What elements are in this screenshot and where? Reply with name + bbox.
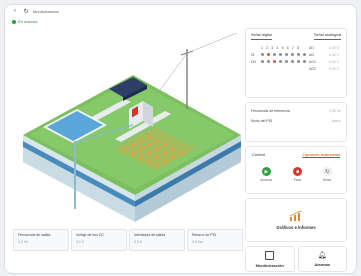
status-badge: En marcha <box>12 19 37 24</box>
metric-pid-feedback: Retorno de PID 0,0 bar <box>187 229 243 251</box>
monitoring-label: Monitorización <box>255 262 284 268</box>
chart-icon <box>289 210 303 221</box>
button-label: Reset <box>323 178 332 182</box>
refresh-icon[interactable]: ↻ <box>22 7 30 15</box>
pid-mode-row: Modo del PID Activo <box>246 119 346 123</box>
button-label: Parar <box>293 178 302 182</box>
row-label: DO <box>251 59 257 64</box>
io-dot <box>284 52 289 57</box>
io-dot <box>290 52 295 57</box>
channel-number: 4 <box>276 45 279 50</box>
metric-dc-bus-voltage: Voltaje de bus DC 0,0 V <box>71 229 127 251</box>
control-header: Control Opciones avanzadas <box>246 147 346 157</box>
analog-name: AO1 <box>309 59 317 64</box>
signals-card: Señal digital Señal analógica 1 2 3 4 5 … <box>245 28 347 98</box>
control-buttons: ▶ Arrancar ■ Parar ↻ Reset <box>246 157 346 182</box>
io-dot <box>290 59 295 64</box>
metrics-bar: Frecuencia de salida 0,0 Hz Voltaje de b… <box>13 229 243 251</box>
alarms-label: Alarmas <box>314 262 331 267</box>
status-label: En marcha <box>18 19 38 24</box>
metric-output-current: Intensidad de salida 0,0 A <box>129 229 185 251</box>
pump-station-illustration <box>23 32 241 222</box>
ref-frequency-label: Frecuencia de referencia <box>251 109 290 113</box>
start-button[interactable]: ▶ Arrancar <box>260 167 273 182</box>
play-icon: ▶ <box>261 167 271 176</box>
status-dot-icon <box>12 19 16 24</box>
digital-input-row: DI AI2 0,00 V <box>246 51 346 58</box>
bell-icon: 🔔︎ <box>317 252 327 259</box>
reset-icon: ↻ <box>322 167 332 176</box>
analog-name: AI2 <box>309 52 315 57</box>
metric-label: Retorno de PID <box>192 233 217 237</box>
control-card: Control Opciones avanzadas ▶ Arrancar ■ … <box>245 146 347 194</box>
channel-number: 1 <box>261 45 263 50</box>
charts-reports-label: Gráficos e informes <box>276 225 316 230</box>
analog-value: 0,00 V <box>328 59 339 64</box>
channel-number: 7 <box>291 45 294 50</box>
tab-digital-signal[interactable]: Señal digital <box>251 33 272 40</box>
io-dot <box>272 52 277 57</box>
tab-analog-signal[interactable]: Señal analógica <box>313 33 341 40</box>
top-bar: ‹ ↻ Monitorización <box>5 5 356 17</box>
metric-label: Frecuencia de salida <box>18 233 51 237</box>
channel-number: 2 <box>266 45 269 50</box>
reset-button[interactable]: ↻ Reset <box>322 167 332 182</box>
io-dot <box>278 52 283 57</box>
alarms-button[interactable]: 🔔︎ Alarmas <box>297 246 347 272</box>
advanced-options-link[interactable]: Opciones avanzadas <box>303 152 340 157</box>
io-dot <box>261 59 265 64</box>
io-dot <box>296 59 301 64</box>
io-dot <box>266 59 271 64</box>
monitor-icon <box>265 250 275 260</box>
channel-number: 8 <box>296 45 299 50</box>
bottom-nav: Monitorización 🔔︎ Alarmas <box>245 246 347 272</box>
stop-button[interactable]: ■ Parar <box>293 167 303 182</box>
io-dot <box>266 52 271 57</box>
page-title: Monitorización <box>33 8 59 14</box>
ref-frequency-value: 0,00 Hz <box>328 109 341 113</box>
metric-label: Intensidad de salida <box>134 233 166 237</box>
metric-output-frequency: Frecuencia de salida 0,0 Hz <box>13 229 69 251</box>
io-dot <box>302 59 307 64</box>
monitoring-button[interactable]: Monitorización <box>245 246 295 272</box>
pid-mode-label: Modo del PID <box>251 119 273 123</box>
drive-info-card: Frecuencia de referencia 0,00 Hz Modo de… <box>245 102 347 142</box>
analog-output-row: AO2 0,00 V <box>246 65 346 72</box>
stop-icon: ■ <box>293 167 303 176</box>
ref-frequency-row: Frecuencia de referencia 0,00 Hz <box>246 109 346 113</box>
pid-mode-value: Activo <box>331 119 341 123</box>
metric-value: 0,0 A <box>134 240 142 244</box>
metric-value: 0,0 Hz <box>18 240 29 244</box>
io-dot <box>296 52 301 57</box>
control-title: Control <box>252 152 265 157</box>
analog-name: AI1 <box>309 45 315 50</box>
io-dot <box>261 52 265 57</box>
button-label: Arrancar <box>260 178 273 182</box>
channel-number: 5 <box>281 45 284 50</box>
digital-output-row: DO AO1 0,00 V <box>246 58 346 65</box>
charts-reports-button[interactable]: Gráficos e informes <box>245 198 347 242</box>
io-dot <box>272 59 277 64</box>
channel-header-row: 1 2 3 4 5 6 7 8 AI1 0,00 V <box>246 44 346 51</box>
analog-name: AO2 <box>309 66 317 71</box>
metric-value: 0,0 bar <box>192 240 203 244</box>
metric-label: Voltaje de bus DC <box>76 233 105 237</box>
analog-value: 0,00 V <box>328 66 339 71</box>
analog-value: 0,00 V <box>328 52 339 57</box>
io-dot <box>284 59 289 64</box>
channel-number: 6 <box>286 45 289 50</box>
analog-value: 0,00 V <box>328 45 339 50</box>
row-label: DI <box>251 52 255 57</box>
back-icon[interactable]: ‹ <box>11 7 19 15</box>
io-dot <box>302 52 307 57</box>
channel-number: 3 <box>271 45 274 50</box>
signal-tabs: Señal digital Señal analógica <box>246 29 346 40</box>
io-dot <box>278 59 283 64</box>
metric-value: 0,0 V <box>76 240 85 244</box>
